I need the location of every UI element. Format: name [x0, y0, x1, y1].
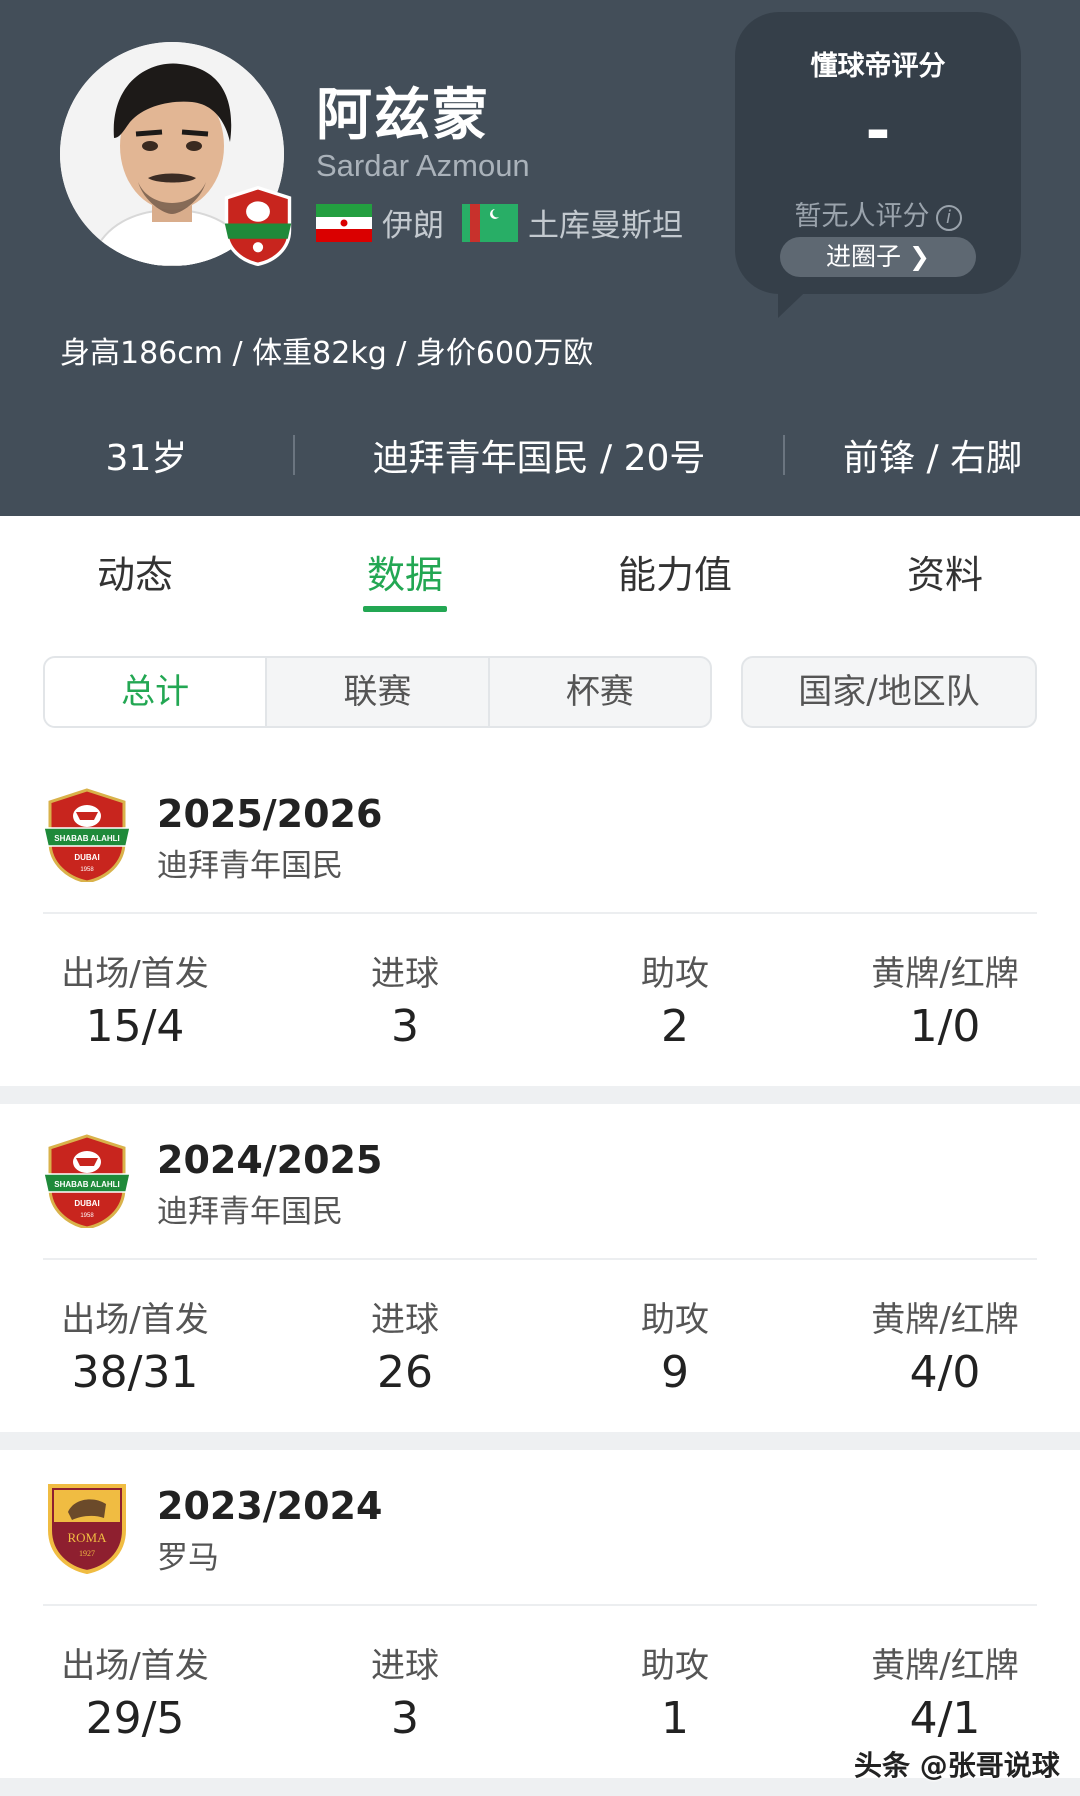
stat-assists: 助攻 2 — [540, 946, 810, 1052]
badge-text: SHABAB ALAHLI — [54, 834, 119, 843]
stat-label: 黄牌/红牌 — [871, 954, 1019, 994]
join-circle-button[interactable]: 进圈子 ❯ — [780, 237, 976, 277]
season-year: 2023/2024 — [157, 1484, 383, 1528]
stat-assists: 助攻 1 — [540, 1638, 810, 1744]
stat-label: 进球 — [371, 954, 439, 994]
iran-flag-icon — [316, 203, 372, 242]
player-position-foot: 前锋 / 右脚 — [843, 438, 1023, 479]
tab-data[interactable]: 数据 — [270, 516, 540, 620]
stats-filter-bar: 总计 联赛 杯赛 国家/地区队 — [43, 656, 1037, 728]
tab-profile[interactable]: 资料 — [810, 516, 1080, 620]
player-info-row: 31岁 迪拜青年国民 / 20号 前锋 / 右脚 — [0, 420, 1080, 490]
section-gap — [0, 1086, 1080, 1104]
stat-label: 进球 — [371, 1646, 439, 1686]
stat-value: 38/31 — [71, 1347, 199, 1398]
stat-label: 黄牌/红牌 — [871, 1646, 1019, 1686]
stat-cards: 黄牌/红牌 4/0 — [810, 1292, 1080, 1398]
stat-apps: 出场/首发 38/31 — [0, 1292, 270, 1398]
stat-cards: 黄牌/红牌 4/1 — [810, 1638, 1080, 1744]
badge-text: SHABAB ALAHLI — [54, 1180, 119, 1189]
player-english-name: Sardar Azmoun — [316, 148, 530, 183]
season-club: 迪拜青年国民 — [157, 1194, 343, 1230]
segment-national-team[interactable]: 国家/地区队 — [741, 656, 1037, 728]
stat-goals: 进球 26 — [270, 1292, 540, 1398]
body-info: 身高186cm / 体重82kg / 身价600万欧 — [60, 336, 594, 371]
badge-text: 1958 — [80, 867, 94, 873]
competition-segmented-control: 总计 联赛 杯赛 — [43, 656, 712, 728]
club-badge-icon — [220, 185, 296, 267]
nationality-label: 伊朗 — [382, 208, 444, 244]
stat-value: 1 — [661, 1693, 689, 1744]
info-icon[interactable]: i — [935, 205, 962, 231]
turkmenistan-flag-icon — [462, 203, 518, 242]
rating-value: - — [865, 96, 891, 166]
stat-value: 29/5 — [85, 1693, 185, 1744]
stat-label: 出场/首发 — [61, 954, 209, 994]
active-tab-indicator — [363, 606, 447, 612]
badge-text: 1927 — [79, 1549, 95, 1558]
season-stats: 出场/首发 38/31 进球 26 助攻 9 黄牌/红牌 4/0 — [0, 1292, 1080, 1398]
tab-ability[interactable]: 能力值 — [540, 516, 810, 620]
segment-league[interactable]: 联赛 — [265, 658, 487, 726]
player-name: 阿兹蒙 — [316, 83, 490, 148]
rating-title: 懂球帝评分 — [810, 51, 946, 82]
rating-note-text: 暂无人评分 — [794, 201, 930, 232]
stat-label: 黄牌/红牌 — [871, 1300, 1019, 1340]
stat-value: 9 — [661, 1347, 689, 1398]
stat-value: 2 — [661, 1001, 689, 1052]
season-year: 2025/2026 — [157, 792, 383, 836]
badge-text: DUBAI — [74, 1199, 99, 1208]
as-roma-logo-icon: ROMA 1927 — [48, 1484, 126, 1574]
stat-value: 4/1 — [909, 1693, 981, 1744]
divider — [43, 1604, 1037, 1606]
stat-goals: 进球 3 — [270, 946, 540, 1052]
divider — [43, 1258, 1037, 1260]
stat-label: 出场/首发 — [61, 1646, 209, 1686]
season-club: 罗马 — [157, 1540, 219, 1576]
nationality-list: 伊朗 土库曼斯坦 — [316, 200, 701, 245]
season-club: 迪拜青年国民 — [157, 848, 343, 884]
badge-text: 1958 — [80, 1213, 94, 1219]
segment-total[interactable]: 总计 — [45, 658, 266, 726]
nationality-label: 土库曼斯坦 — [528, 208, 683, 244]
season-year: 2024/2025 — [157, 1138, 383, 1182]
stat-cards: 黄牌/红牌 1/0 — [810, 946, 1080, 1052]
divider — [43, 912, 1037, 914]
stat-label: 助攻 — [641, 1646, 709, 1686]
stat-value: 26 — [377, 1347, 433, 1398]
stat-apps: 出场/首发 15/4 — [0, 946, 270, 1052]
shabab-alahli-logo-icon: SHABAB ALAHLI DUBAI 1958 — [44, 1134, 130, 1228]
profile-tabs: 动态 数据 能力值 资料 — [0, 516, 1080, 620]
stat-value: 15/4 — [85, 1001, 185, 1052]
stat-value: 4/0 — [909, 1347, 981, 1398]
badge-text: DUBAI — [74, 853, 99, 862]
player-header: 阿兹蒙 Sardar Azmoun 伊朗 土库曼斯坦 身高186cm / 体重8… — [0, 0, 1080, 516]
watermark: 头条 @张哥说球 — [854, 1749, 1060, 1782]
segment-cup[interactable]: 杯赛 — [487, 658, 710, 726]
nationality-turkmenistan[interactable]: 土库曼斯坦 — [462, 200, 683, 245]
stat-label: 出场/首发 — [61, 1300, 209, 1340]
section-gap — [0, 1432, 1080, 1450]
rating-note: 暂无人评分 i — [735, 194, 1021, 233]
nationality-iran[interactable]: 伊朗 — [316, 200, 444, 245]
stat-assists: 助攻 9 — [540, 1292, 810, 1398]
rating-card: 懂球帝评分 - 暂无人评分 i 进圈子 ❯ — [735, 12, 1021, 294]
stat-value: 3 — [391, 1001, 419, 1052]
season-stats: 出场/首发 15/4 进球 3 助攻 2 黄牌/红牌 1/0 — [0, 946, 1080, 1052]
stat-apps: 出场/首发 29/5 — [0, 1638, 270, 1744]
tab-data-label: 数据 — [366, 553, 443, 597]
player-club-number[interactable]: 迪拜青年国民 / 20号 — [295, 429, 783, 481]
badge-text: ROMA — [67, 1530, 107, 1545]
stat-value: 1/0 — [909, 1001, 981, 1052]
player-age: 31岁 — [105, 438, 188, 479]
stat-goals: 进球 3 — [270, 1638, 540, 1744]
season-stats: 出场/首发 29/5 进球 3 助攻 1 黄牌/红牌 4/1 — [0, 1638, 1080, 1744]
stat-label: 助攻 — [641, 1300, 709, 1340]
stat-label: 助攻 — [641, 954, 709, 994]
stat-value: 3 — [391, 1693, 419, 1744]
tab-news[interactable]: 动态 — [0, 516, 270, 620]
stat-label: 进球 — [371, 1300, 439, 1340]
shabab-alahli-logo-icon: SHABAB ALAHLI DUBAI 1958 — [44, 788, 130, 882]
